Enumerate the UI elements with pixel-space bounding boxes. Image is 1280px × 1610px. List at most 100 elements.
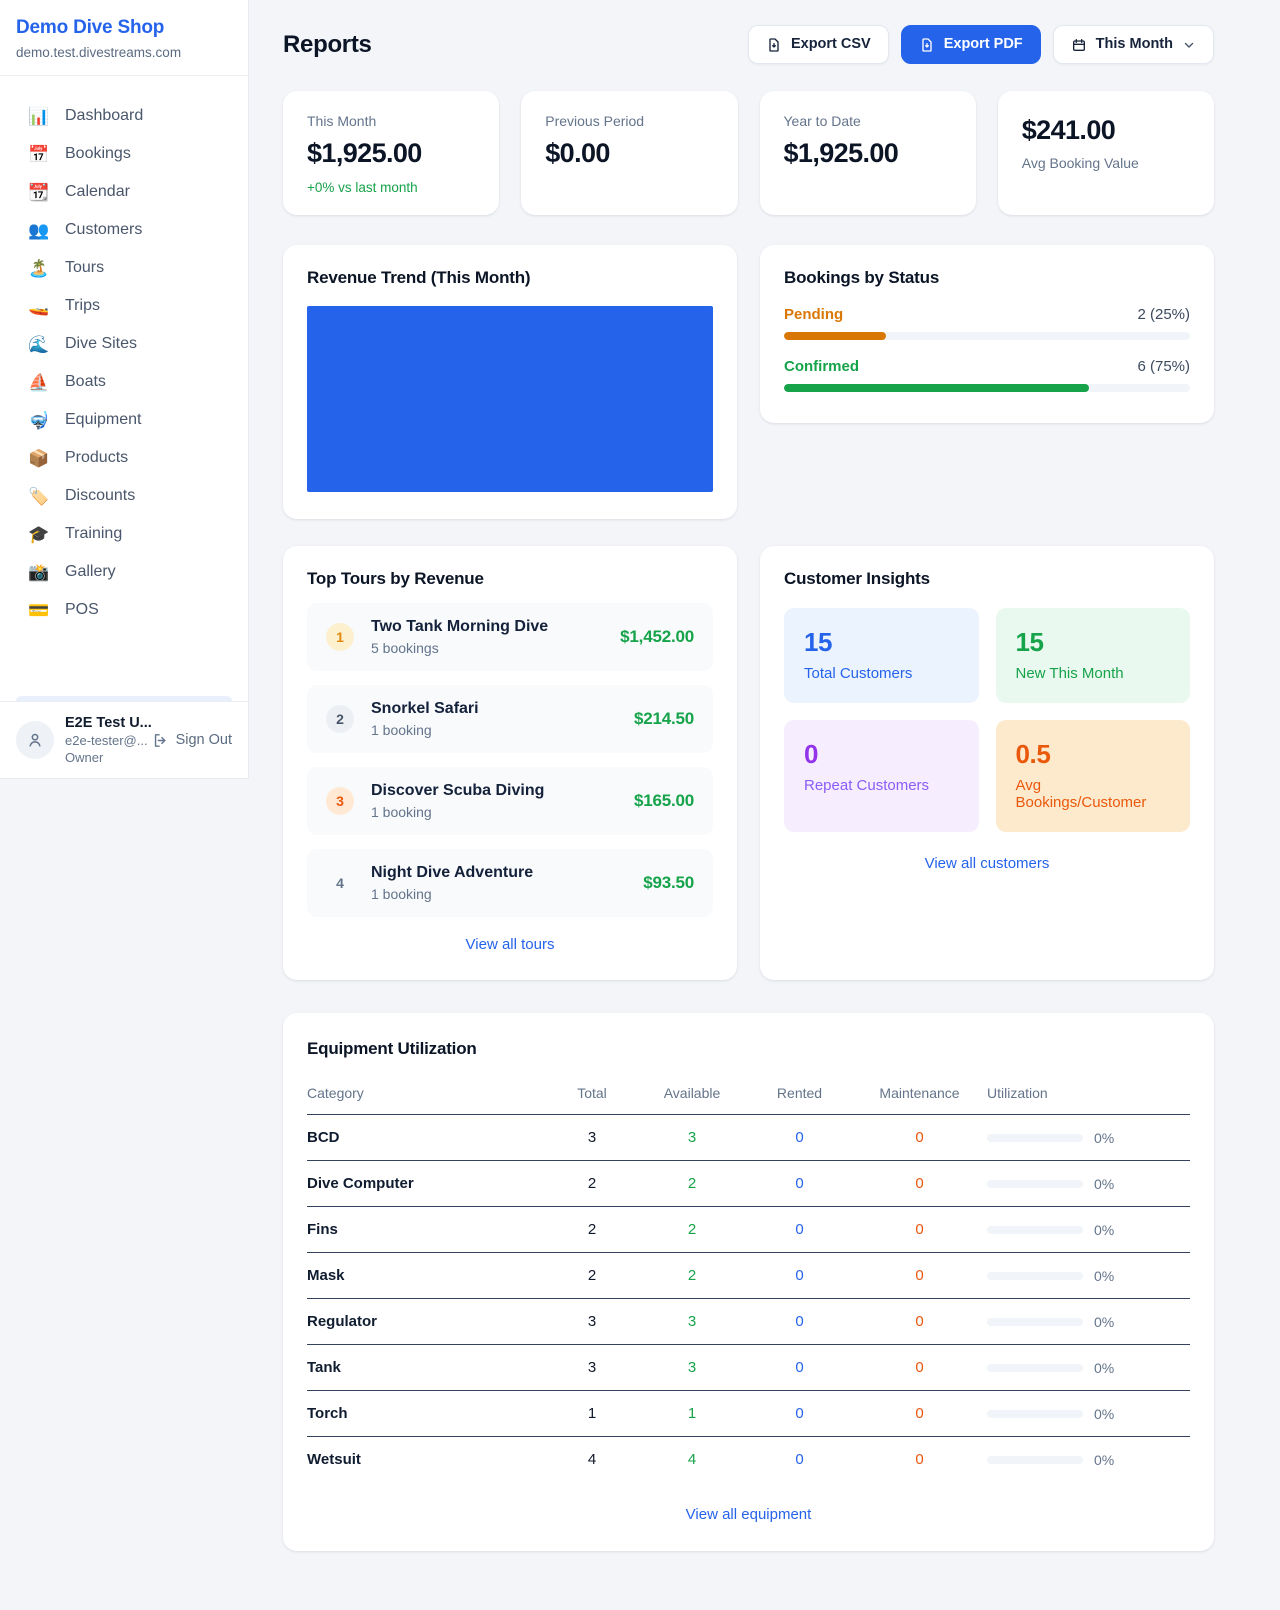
utilization-cell: 0% <box>987 1360 1182 1376</box>
stat-value: $0.00 <box>545 138 713 169</box>
sign-out-button[interactable]: Sign Out <box>152 732 232 749</box>
column-header-maintenance: Maintenance <box>852 1075 987 1115</box>
bookings-icon: 📅 <box>28 146 50 163</box>
sidebar-item-equipment[interactable]: 🤿 Equipment <box>16 401 232 439</box>
sidebar-item-gallery[interactable]: 📸 Gallery <box>16 553 232 591</box>
cell-category: Regulator <box>307 1299 547 1345</box>
status-row-pending: Pending 2 (25%) <box>784 306 1190 340</box>
sidebar-item-dashboard[interactable]: 📊 Dashboard <box>16 97 232 135</box>
sidebar-item-tours[interactable]: 🏝️ Tours <box>16 249 232 287</box>
cell-total: 4 <box>547 1437 637 1483</box>
tours-icon: 🏝️ <box>28 260 50 277</box>
calendar-icon <box>1071 37 1087 53</box>
tour-list-item: 4 Night Dive Adventure 1 booking $93.50 <box>307 849 713 917</box>
sidebar-item-customers[interactable]: 👥 Customers <box>16 211 232 249</box>
bookings-by-status-title: Bookings by Status <box>784 268 1190 288</box>
cell-maintenance: 0 <box>852 1253 987 1299</box>
equipment-utilization-title: Equipment Utilization <box>307 1039 1190 1059</box>
utilization-text: 0% <box>1094 1406 1114 1422</box>
utilization-bar <box>987 1410 1083 1418</box>
utilization-bar <box>987 1272 1083 1280</box>
stat-card-previous-period: Previous Period $0.00 <box>521 91 737 215</box>
export-csv-label: Export CSV <box>791 37 871 52</box>
cell-available: 3 <box>637 1345 747 1391</box>
top-tours-title: Top Tours by Revenue <box>307 569 713 589</box>
tour-revenue: $1,452.00 <box>620 627 694 647</box>
utilization-bar <box>987 1226 1083 1234</box>
customer-insights-title: Customer Insights <box>784 569 1190 589</box>
gallery-icon: 📸 <box>28 564 50 581</box>
column-header-available: Available <box>637 1075 747 1115</box>
stat-card-avg-booking-value: $241.00 Avg Booking Value <box>998 91 1214 215</box>
training-icon: 🎓 <box>28 526 50 543</box>
export-csv-button[interactable]: Export CSV <box>748 25 889 64</box>
stat-change: +0% vs last month <box>307 180 475 195</box>
stat-label: Avg Booking Value <box>1022 155 1190 171</box>
tile-label: Avg Bookings/Customer <box>1016 777 1171 811</box>
charts-row: Revenue Trend (This Month) Bookings by S… <box>283 245 1214 519</box>
stat-label: Year to Date <box>784 113 952 129</box>
user-info: E2E Test U... e2e-tester@... Owner <box>65 715 141 765</box>
export-pdf-button[interactable]: Export PDF <box>901 25 1041 64</box>
pos-icon: 💳 <box>28 602 50 619</box>
avatar <box>16 721 54 759</box>
insights-row: Top Tours by Revenue 1 Two Tank Morning … <box>283 546 1214 980</box>
brand-block: Demo Dive Shop demo.test.divestreams.com <box>0 0 248 76</box>
main-content: Reports Export CSV Export PDF <box>250 0 1280 1591</box>
cell-available: 3 <box>637 1299 747 1345</box>
cell-rented: 0 <box>747 1161 852 1207</box>
sidebar-item-label: Products <box>65 449 128 467</box>
column-header-rented: Rented <box>747 1075 852 1115</box>
tile-new-this-month: 15 New This Month <box>996 608 1191 703</box>
tour-list-item: 2 Snorkel Safari 1 booking $214.50 <box>307 685 713 753</box>
tour-name: Two Tank Morning Dive <box>371 618 548 636</box>
cell-category: Dive Computer <box>307 1161 547 1207</box>
cell-available: 2 <box>637 1207 747 1253</box>
stat-label: Previous Period <box>545 113 713 129</box>
revenue-trend-card: Revenue Trend (This Month) <box>283 245 737 519</box>
user-email: e2e-tester@... <box>65 733 141 748</box>
sidebar-item-calendar[interactable]: 📆 Calendar <box>16 173 232 211</box>
stat-value: $241.00 <box>1022 115 1190 146</box>
view-all-customers-link[interactable]: View all customers <box>784 855 1190 872</box>
user-name: E2E Test U... <box>65 715 141 731</box>
tour-name: Discover Scuba Diving <box>371 782 544 800</box>
sidebar-item-boats[interactable]: ⛵ Boats <box>16 363 232 401</box>
tour-revenue: $214.50 <box>634 709 694 729</box>
utilization-cell: 0% <box>987 1452 1182 1468</box>
cell-total: 3 <box>547 1345 637 1391</box>
page-header: Reports Export CSV Export PDF <box>283 25 1214 64</box>
stat-value: $1,925.00 <box>784 138 952 169</box>
sidebar-item-label: Tours <box>65 259 104 277</box>
sidebar-item-discounts[interactable]: 🏷️ Discounts <box>16 477 232 515</box>
sidebar-item-training[interactable]: 🎓 Training <box>16 515 232 553</box>
cell-rented: 0 <box>747 1115 852 1161</box>
sidebar-item-bookings[interactable]: 📅 Bookings <box>16 135 232 173</box>
tour-revenue: $93.50 <box>643 873 694 893</box>
period-dropdown[interactable]: This Month <box>1053 25 1214 64</box>
brand-name: Demo Dive Shop <box>16 17 232 39</box>
sidebar-item-label: Dashboard <box>65 107 143 125</box>
sidebar-item-pos[interactable]: 💳 POS <box>16 591 232 629</box>
cell-maintenance: 0 <box>852 1115 987 1161</box>
cell-available: 4 <box>637 1437 747 1483</box>
document-download-icon <box>766 37 782 53</box>
tile-repeat-customers: 0 Repeat Customers <box>784 720 979 832</box>
utilization-cell: 0% <box>987 1176 1182 1192</box>
sidebar-item-products[interactable]: 📦 Products <box>16 439 232 477</box>
table-row: Mask 2 2 0 0 0% <box>307 1253 1190 1299</box>
sidebar-item-trips[interactable]: 🚤 Trips <box>16 287 232 325</box>
rank-badge: 2 <box>326 705 354 733</box>
cell-maintenance: 0 <box>852 1437 987 1483</box>
view-all-tours-link[interactable]: View all tours <box>307 936 713 953</box>
cell-category: Wetsuit <box>307 1437 547 1483</box>
cell-rented: 0 <box>747 1207 852 1253</box>
column-header-total: Total <box>547 1075 637 1115</box>
document-download-icon <box>919 37 935 53</box>
sidebar-item-dive-sites[interactable]: 🌊 Dive Sites <box>16 325 232 363</box>
top-tours-card: Top Tours by Revenue 1 Two Tank Morning … <box>283 546 737 980</box>
utilization-bar <box>987 1134 1083 1142</box>
brand-domain: demo.test.divestreams.com <box>16 45 232 60</box>
calendar-icon: 📆 <box>28 184 50 201</box>
view-all-equipment-link[interactable]: View all equipment <box>307 1506 1190 1523</box>
